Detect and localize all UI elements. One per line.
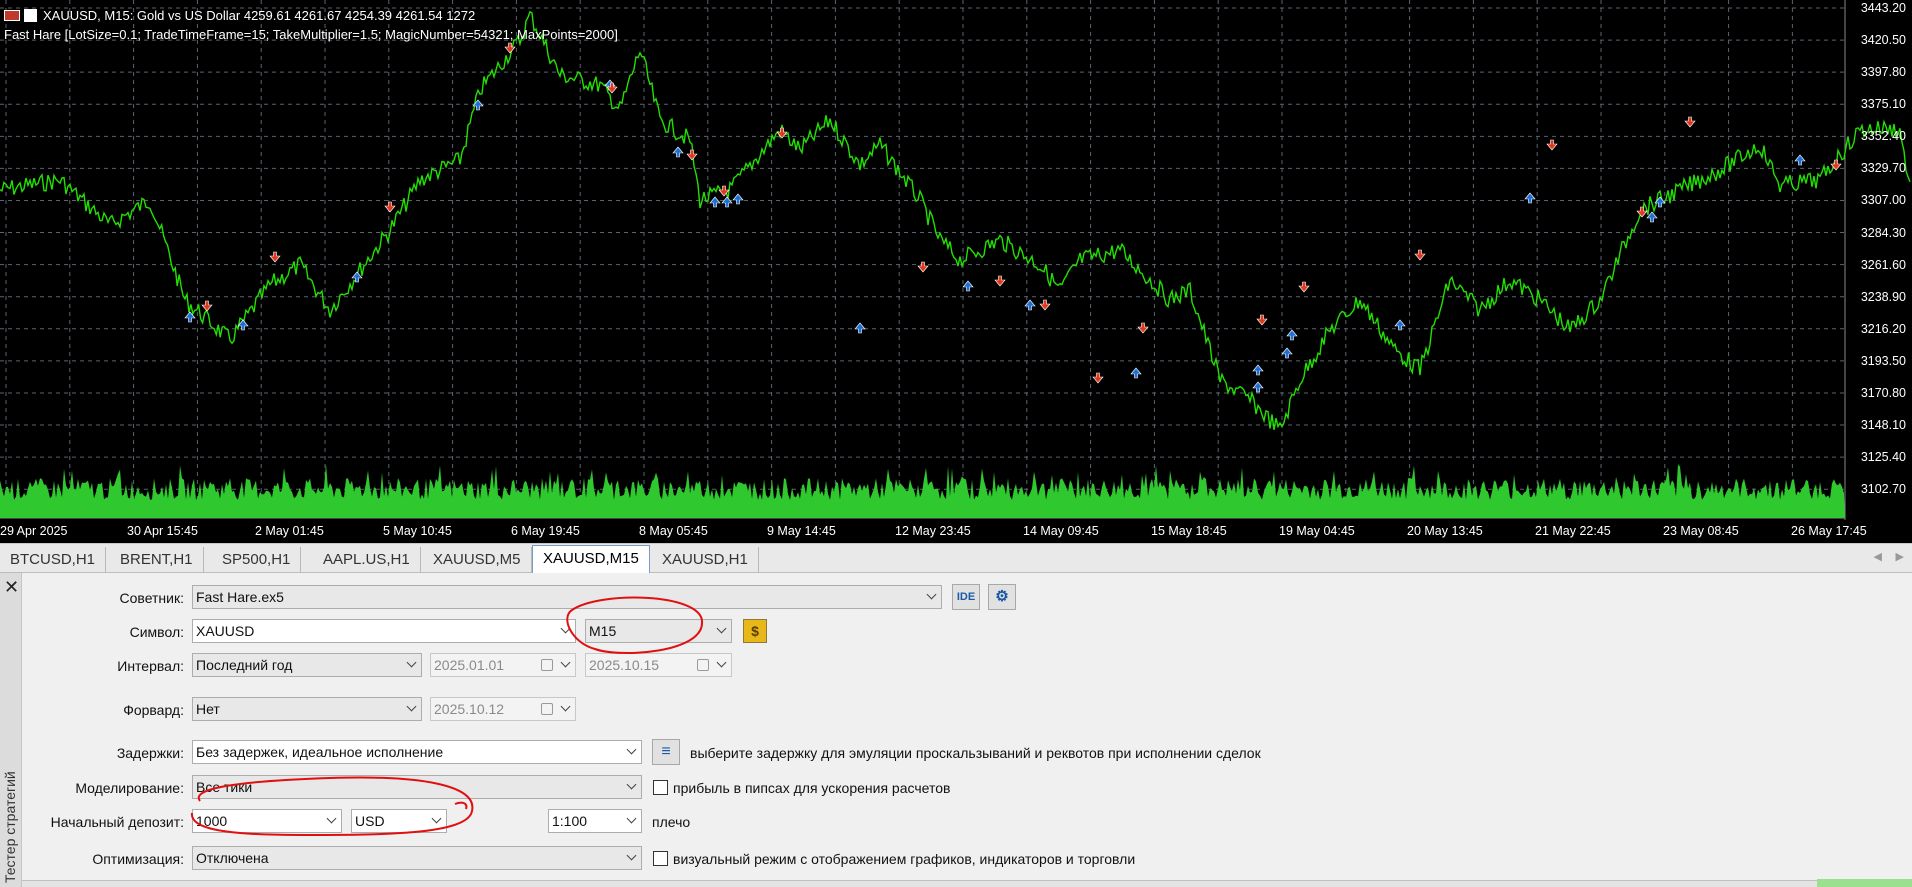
time-tick-label: 12 May 23:45 — [895, 524, 971, 538]
buy-arrow-icon — [672, 146, 684, 158]
price-tick-label: 3307.00 — [1860, 193, 1906, 208]
buy-arrow-icon — [1130, 367, 1142, 379]
time-tick-label: 9 May 14:45 — [767, 524, 836, 538]
sell-arrow-icon — [1298, 281, 1310, 293]
price-tick-label: 3284.30 — [1860, 225, 1906, 240]
chart-header: XAUUSD, M15: Gold vs US Dollar 4259.61 4… — [4, 8, 475, 23]
price-tick-label: 3170.80 — [1860, 385, 1906, 400]
buy-arrow-icon — [1286, 329, 1298, 341]
price-tick-label: 3443.20 — [1860, 1, 1906, 15]
buy-arrow-icon — [1252, 381, 1264, 393]
tab-brent-h1[interactable]: BRENT,H1 — [110, 547, 204, 573]
red-annotation-marks — [190, 596, 704, 837]
sell-arrow-icon — [269, 251, 281, 263]
sell-arrow-icon — [1546, 139, 1558, 151]
buy-arrow-icon — [1524, 192, 1536, 204]
price-chart[interactable]: XAUUSD, M15: Gold vs US Dollar 4259.61 4… — [0, 0, 1912, 543]
price-tick-label: 3375.10 — [1860, 97, 1906, 112]
chart-canvas[interactable] — [0, 0, 1912, 543]
price-tick-label: 3329.70 — [1860, 161, 1906, 176]
tab-aapl-us-h1[interactable]: AAPL.US,H1 — [313, 547, 421, 573]
strategy-tester-panel: ✕ Тестер стратегий Советник: Fast Hare.e… — [0, 573, 1912, 887]
red-hook-mark — [454, 801, 468, 810]
time-tick-label: 26 May 17:45 — [1791, 524, 1867, 538]
chart-icon[interactable] — [24, 9, 37, 22]
price-tick-label: 3193.50 — [1860, 353, 1906, 368]
price-line — [0, 10, 1911, 431]
red-circle-timeframe — [566, 596, 704, 654]
price-tick-label: 3148.10 — [1860, 418, 1906, 433]
chart-title: XAUUSD, M15: Gold vs US Dollar 4259.61 4… — [43, 8, 476, 23]
time-tick-label: 15 May 18:45 — [1151, 524, 1227, 538]
buy-arrow-icon — [854, 322, 866, 334]
volume-histogram — [0, 464, 1845, 518]
sell-arrow-icon — [1414, 249, 1426, 261]
price-tick-label: 3238.90 — [1860, 289, 1906, 304]
sell-arrow-icon — [1636, 206, 1648, 218]
sell-arrow-icon — [1256, 314, 1268, 326]
price-tick-label: 3397.80 — [1860, 65, 1906, 80]
time-tick-label: 6 May 19:45 — [511, 524, 580, 538]
price-tick-label: 3352.40 — [1860, 129, 1906, 144]
time-tick-label: 14 May 09:45 — [1023, 524, 1099, 538]
sell-arrow-icon — [201, 300, 213, 312]
buy-arrow-icon — [1794, 154, 1806, 166]
sell-arrow-icon — [1137, 322, 1149, 334]
tab-scroll-right-icon[interactable]: ▶ — [1896, 550, 1904, 563]
time-tick-label: 21 May 22:45 — [1535, 524, 1611, 538]
buy-arrow-icon — [1024, 299, 1036, 311]
sell-arrow-icon — [917, 261, 929, 273]
tab-scroll-left-icon[interactable]: ◀ — [1874, 550, 1882, 563]
buy-arrow-icon — [1252, 364, 1264, 376]
red-circle-deposit — [190, 776, 474, 837]
tab-xauusd-m15[interactable]: XAUUSD,M15 — [532, 545, 650, 573]
sell-arrow-icon — [1039, 299, 1051, 311]
time-tick-label: 30 Apr 15:45 — [127, 524, 198, 538]
price-tick-label: 3125.40 — [1860, 450, 1906, 465]
buy-arrow-icon — [709, 196, 721, 208]
time-tick-label: 2 May 01:45 — [255, 524, 324, 538]
sell-arrow-icon — [1684, 116, 1696, 128]
price-tick-label: 3216.20 — [1860, 321, 1906, 336]
price-tick-label: 3261.60 — [1860, 257, 1906, 272]
price-tick-label: 3420.50 — [1860, 33, 1906, 48]
time-tick-label: 20 May 13:45 — [1407, 524, 1483, 538]
time-tick-label: 29 Apr 2025 — [0, 524, 68, 538]
sell-arrow-icon — [686, 149, 698, 161]
sell-arrow-icon — [384, 201, 396, 213]
tab-sp500-h1[interactable]: SP500,H1 — [212, 547, 302, 573]
time-tick-label: 23 May 08:45 — [1663, 524, 1739, 538]
tab-xauusd-h1[interactable]: XAUUSD,H1 — [652, 547, 759, 573]
ea-parameters-line: Fast Hare [LotSize=0.1; TradeTimeFrame=1… — [4, 27, 618, 42]
time-tick-label: 5 May 10:45 — [383, 524, 452, 538]
buy-arrow-icon — [732, 193, 744, 205]
time-tick-label: 8 May 05:45 — [639, 524, 708, 538]
tab-btcusd-h1[interactable]: BTCUSD,H1 — [0, 547, 107, 573]
sell-arrow-icon — [1092, 372, 1104, 384]
buy-arrow-icon — [721, 196, 733, 208]
buy-arrow-icon — [1281, 347, 1293, 359]
chart-tabs: BTCUSD,H1 BRENT,H1 SP500,H1 AAPL.US,H1 XAUUS… — [0, 543, 1912, 573]
chart-menu-icon[interactable] — [4, 10, 20, 21]
price-tick-label: 3102.70 — [1860, 482, 1906, 497]
buy-arrow-icon — [962, 280, 974, 292]
time-tick-label: 19 May 04:45 — [1279, 524, 1355, 538]
tab-xauusd-m5[interactable]: XAUUSD,M5 — [423, 547, 532, 573]
sell-arrow-icon — [994, 275, 1006, 287]
